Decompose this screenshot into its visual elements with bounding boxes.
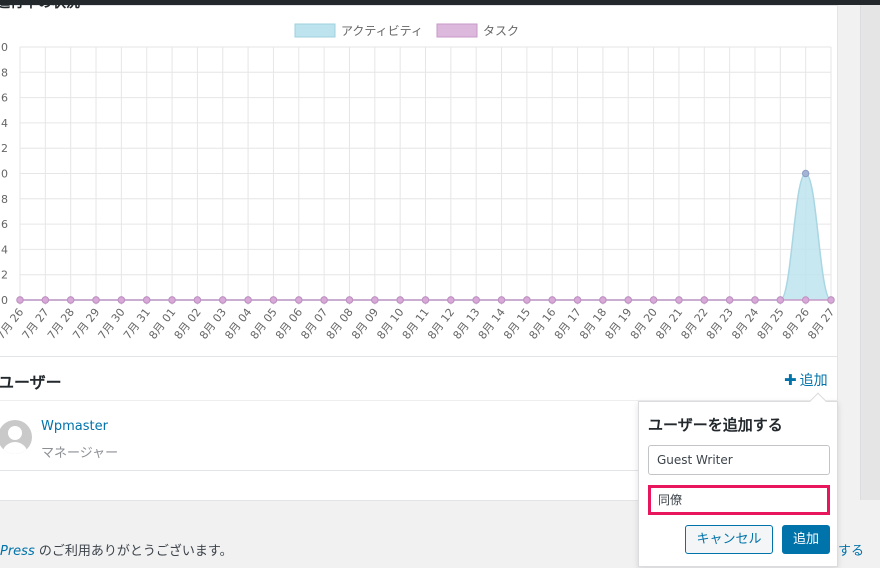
data-point xyxy=(16,296,24,304)
add-user-label: 追加 xyxy=(799,373,828,389)
data-point xyxy=(143,296,151,304)
footer-right-link[interactable]: する xyxy=(838,540,864,559)
popover-title: ユーザーを追加する xyxy=(648,416,783,434)
data-point xyxy=(776,296,785,304)
y-tick-label: 1.2 xyxy=(0,142,8,155)
data-point xyxy=(725,296,734,304)
y-tick-label: 0.4 xyxy=(0,243,8,256)
data-point xyxy=(573,296,582,304)
wordpress-link[interactable]: Press xyxy=(0,544,35,559)
submit-add-button[interactable]: 追加 xyxy=(782,525,830,554)
data-point xyxy=(599,296,607,304)
data-point xyxy=(675,296,683,304)
data-point xyxy=(827,296,835,304)
data-point xyxy=(801,169,810,178)
legend-swatch xyxy=(294,23,336,38)
data-point xyxy=(472,296,480,304)
data-point xyxy=(269,296,278,304)
data-point xyxy=(345,296,354,304)
data-point xyxy=(295,296,303,304)
y-tick-label: 0.2 xyxy=(0,269,8,282)
user-search-input[interactable]: Guest Writer xyxy=(648,445,830,475)
y-tick-label: 1.6 xyxy=(0,92,8,105)
user-role: マネージャー xyxy=(41,446,119,461)
data-point xyxy=(66,296,75,304)
user-name-link[interactable]: Wpmaster xyxy=(41,419,108,434)
data-point xyxy=(624,296,632,304)
activity-chart: アクティビティ タスク 0 0.2 0.4 0.6 0.8 1.0 1.2 1.4 1.6 1.8 2.… xyxy=(0,23,837,342)
legend-swatch xyxy=(436,23,478,38)
data-point xyxy=(700,296,708,304)
data-point xyxy=(41,296,50,304)
add-user-link[interactable]: ✚ 追加 xyxy=(784,370,828,390)
divider xyxy=(0,356,838,357)
data-point xyxy=(168,296,176,304)
data-point xyxy=(447,296,455,304)
y-tick-label: 2.0 xyxy=(0,41,8,54)
data-point xyxy=(649,296,658,304)
data-point xyxy=(244,296,252,304)
legend-label: タスク xyxy=(483,24,519,38)
footer-thanks: Press のご利用ありがとうございます。 xyxy=(0,544,233,559)
users-section-title: ユーザー xyxy=(0,373,62,392)
legend-label: アクティビティ xyxy=(341,24,423,38)
y-tick-label: 0.8 xyxy=(0,193,8,206)
data-point xyxy=(193,296,202,304)
cancel-button[interactable]: キャンセル xyxy=(685,525,773,554)
data-point xyxy=(117,296,126,304)
y-tick-label: 1.4 xyxy=(0,117,8,130)
data-point xyxy=(371,296,379,304)
y-tick-label: 0.6 xyxy=(0,218,8,231)
data-point xyxy=(219,296,227,304)
x-tick-label: 8月 27 xyxy=(805,306,837,342)
data-point xyxy=(497,296,506,304)
plus-icon: ✚ xyxy=(784,371,797,389)
data-point xyxy=(92,296,100,304)
y-tick-label: 1.0 xyxy=(0,168,8,181)
data-point xyxy=(396,296,404,304)
data-point xyxy=(801,296,810,304)
data-point xyxy=(320,296,328,304)
data-point xyxy=(548,296,556,304)
data-point xyxy=(751,296,759,304)
data-point xyxy=(421,296,430,304)
y-tick-label: 1.8 xyxy=(0,66,8,79)
data-point xyxy=(523,296,531,304)
role-select[interactable]: 同僚 xyxy=(648,485,830,515)
y-tick-label: 0 xyxy=(1,294,8,307)
add-user-popover: ユーザーを追加する Guest Writer 同僚 キャンセル 追加 xyxy=(638,401,838,567)
